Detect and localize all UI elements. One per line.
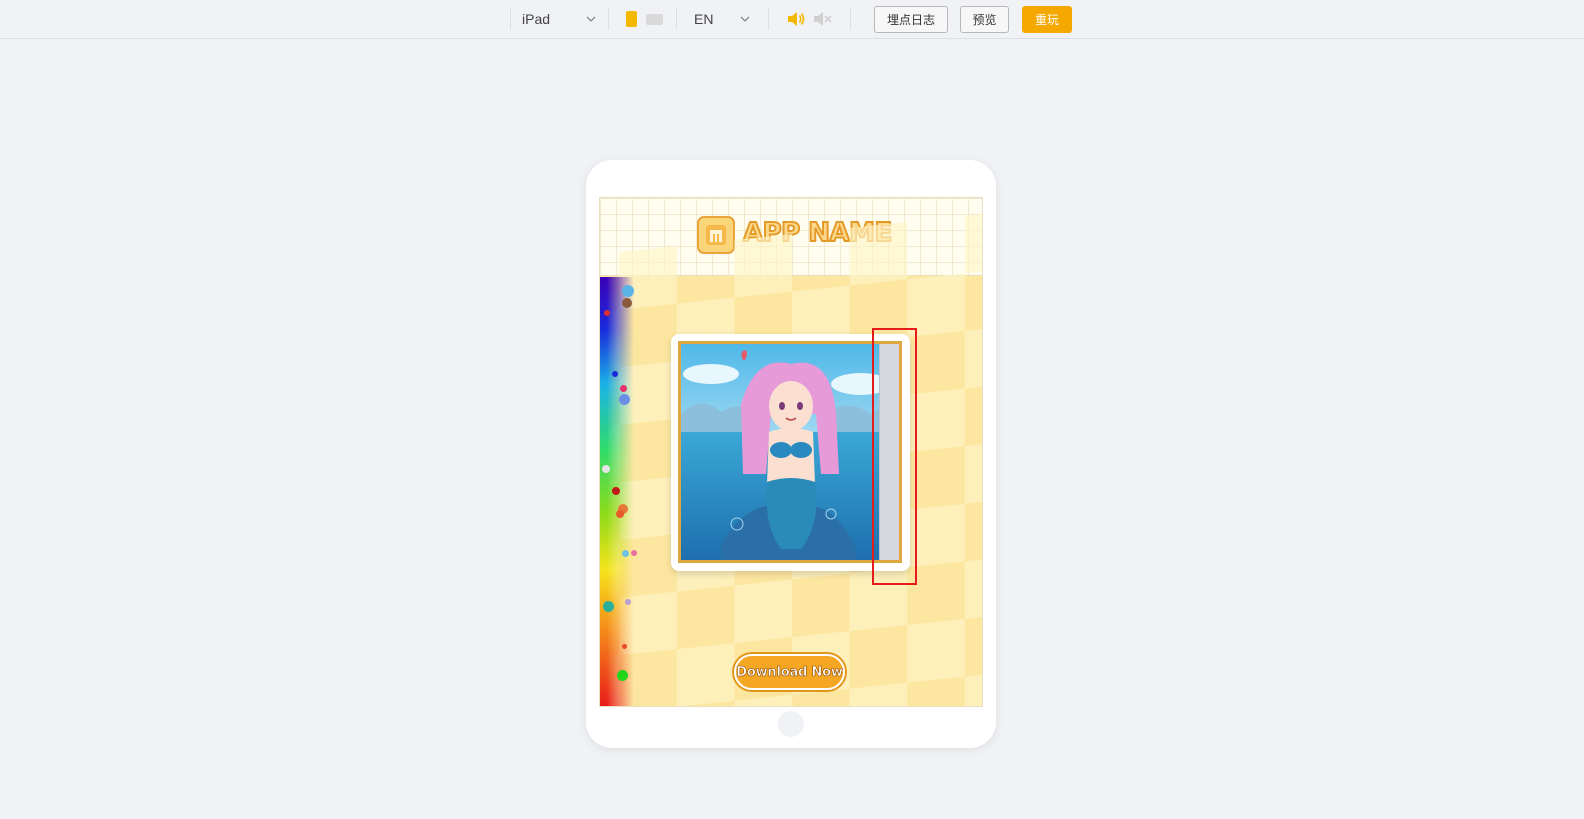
confetti-dot [612, 487, 620, 495]
confetti-dot [625, 599, 631, 605]
confetti-dot [620, 385, 627, 392]
confetti-dot [622, 550, 629, 557]
sound-mute-icon[interactable] [812, 10, 832, 28]
confetti-dot [622, 285, 634, 297]
confetti-dot [603, 601, 614, 612]
ipad-frame: APP NAME [586, 160, 996, 748]
confetti-dot [619, 394, 630, 405]
replay-button[interactable]: 重玩 [1022, 6, 1072, 33]
confetti-dot [631, 550, 637, 556]
puzzle-image[interactable] [678, 341, 902, 563]
portrait-orientation-icon[interactable] [626, 11, 637, 27]
confetti-dot [622, 298, 632, 308]
preview-button[interactable]: 预览 [960, 6, 1009, 33]
toolbar-divider [510, 8, 511, 30]
language-select[interactable]: EN [686, 6, 752, 32]
event-log-button[interactable]: 埋点日志 [874, 6, 948, 33]
toolbar-divider [850, 8, 851, 30]
device-select-value: iPad [522, 11, 551, 27]
landscape-orientation-icon[interactable] [646, 14, 663, 25]
target-highlight-box [872, 328, 917, 585]
ipad-home-button[interactable] [778, 711, 804, 737]
mermaid-illustration [681, 344, 899, 560]
confetti-dot [602, 465, 610, 473]
sound-on-icon[interactable] [786, 10, 806, 28]
game-play-area: Download Now [600, 209, 982, 706]
confetti-dot [617, 670, 628, 681]
download-now-label: Download Now [736, 664, 843, 680]
toolbar-divider [676, 8, 677, 30]
ad-screen: APP NAME [599, 197, 983, 707]
confetti-dot [622, 644, 627, 649]
download-now-button[interactable]: Download Now [734, 654, 845, 690]
confetti-dot [612, 371, 618, 377]
top-toolbar: iPad EN 埋点日志 预览 重玩 [0, 0, 1584, 39]
chevron-down-icon [740, 16, 750, 22]
chevron-down-icon [586, 16, 596, 22]
toolbar-divider [768, 8, 769, 30]
confetti-dot [604, 310, 610, 316]
confetti-dot [616, 510, 624, 518]
device-select[interactable]: iPad [514, 6, 598, 32]
language-select-value: EN [694, 11, 714, 27]
toolbar-divider [608, 8, 609, 30]
